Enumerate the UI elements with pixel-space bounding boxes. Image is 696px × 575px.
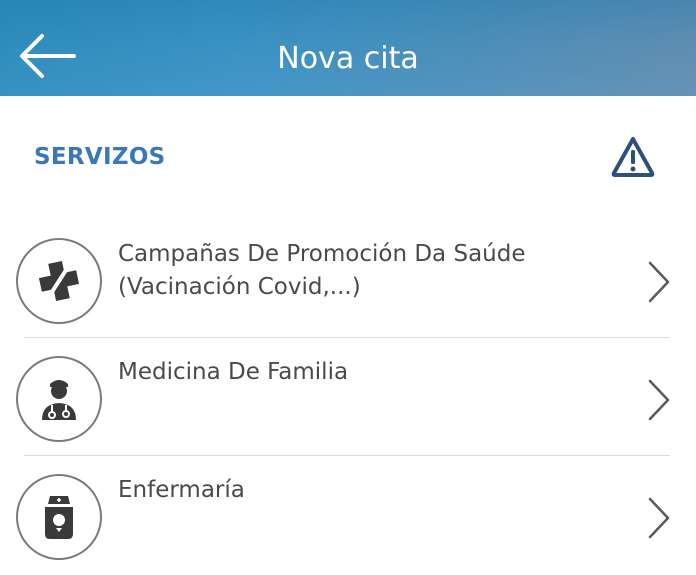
service-icon-circle	[16, 356, 102, 442]
chevron-right-icon	[648, 497, 670, 539]
service-label: Enfermaría	[118, 477, 245, 503]
service-label: Medicina De Familia	[118, 359, 349, 385]
nurse-icon	[45, 496, 73, 539]
doctor-icon	[42, 380, 76, 420]
section-title: SERVIZOS	[34, 144, 166, 170]
service-icon-circle	[16, 238, 102, 324]
app-header: Nova cita	[0, 0, 696, 96]
warning-button[interactable]	[610, 134, 656, 180]
service-item-medicina-familia[interactable]: Medicina De Familia	[0, 338, 696, 456]
medical-cross-icon	[38, 260, 80, 302]
service-item-enfermaria[interactable]: Enfermaría	[0, 456, 696, 574]
service-item-campanas[interactable]: Campañas De Promoción Da Saúde (Vacinaci…	[0, 220, 696, 338]
chevron-right-icon	[648, 379, 670, 421]
page-title: Nova cita	[277, 41, 419, 76]
chevron-right-icon	[648, 261, 670, 303]
service-label: Campañas De Promoción Da Saúde (Vacinaci…	[118, 241, 526, 300]
service-icon-circle	[16, 474, 102, 560]
warning-triangle-icon	[611, 137, 655, 177]
